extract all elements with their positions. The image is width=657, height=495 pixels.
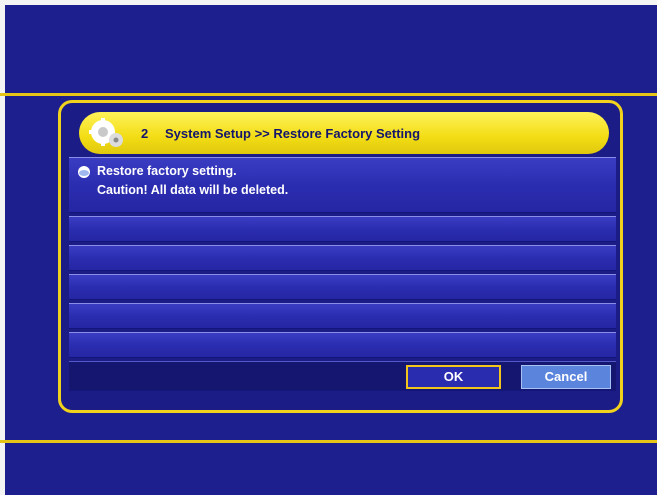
cancel-button[interactable]: Cancel xyxy=(521,365,611,389)
dialog-content: Restore factory setting. Caution! All da… xyxy=(69,157,616,394)
dialog-title: System Setup >> Restore Factory Setting xyxy=(165,126,421,141)
empty-row xyxy=(69,303,616,329)
message-row: Restore factory setting. Caution! All da… xyxy=(69,157,616,213)
ok-button[interactable]: OK xyxy=(406,365,501,389)
gear-icon xyxy=(89,118,123,147)
message-line-2: Caution! All data will be deleted. xyxy=(97,183,289,197)
message-line-1: Restore factory setting. xyxy=(97,164,237,178)
empty-row xyxy=(69,332,616,358)
bullet-icon xyxy=(78,166,90,178)
menu-number: 2 xyxy=(141,126,149,141)
title-bar: 2 System Setup >> Restore Factory Settin… xyxy=(79,112,609,154)
empty-row xyxy=(69,216,616,242)
top-divider xyxy=(0,93,657,96)
bottom-divider xyxy=(0,440,657,443)
empty-row xyxy=(69,274,616,300)
button-row: OK Cancel xyxy=(69,361,616,391)
restore-factory-dialog: 2 System Setup >> Restore Factory Settin… xyxy=(58,100,623,413)
empty-row xyxy=(69,245,616,271)
